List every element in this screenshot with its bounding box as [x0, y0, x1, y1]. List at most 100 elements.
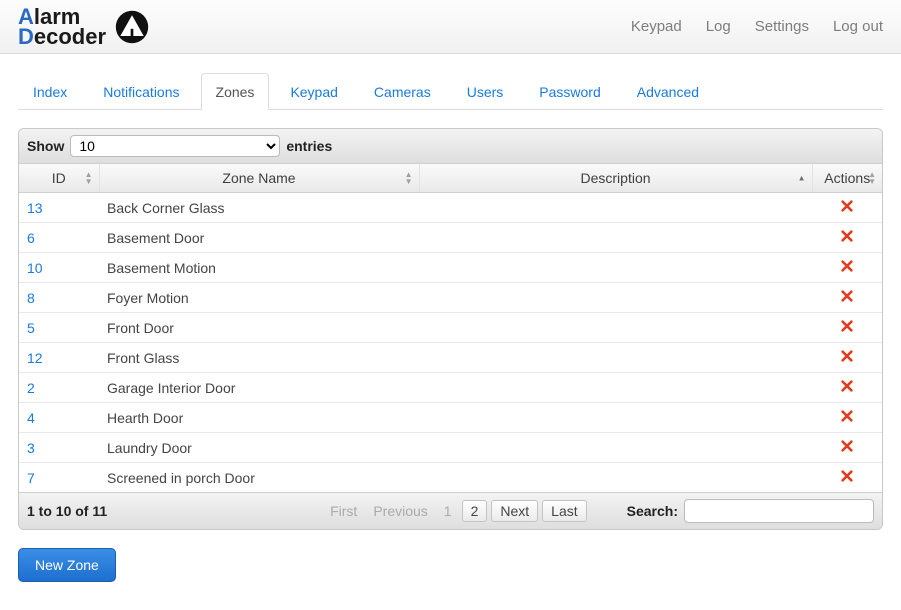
logo-text: Alarm Decoder: [18, 7, 106, 47]
zone-description-cell: [419, 463, 812, 493]
nav-settings[interactable]: Settings: [755, 18, 809, 35]
delete-icon[interactable]: [840, 440, 854, 456]
zone-name-cell: Garage Interior Door: [99, 373, 419, 403]
pager-previous[interactable]: Previous: [367, 501, 433, 521]
show-label: Show: [27, 138, 64, 154]
search-input[interactable]: [684, 499, 874, 523]
zone-id-cell: 7: [19, 463, 99, 493]
zone-name-cell: Foyer Motion: [99, 283, 419, 313]
new-zone-button[interactable]: New Zone: [18, 548, 116, 582]
tab-advanced[interactable]: Advanced: [622, 73, 714, 110]
zone-id-link[interactable]: 13: [27, 200, 43, 216]
delete-icon[interactable]: [840, 380, 854, 396]
zone-id-link[interactable]: 5: [27, 320, 35, 336]
sort-icon: ▲▼: [868, 171, 876, 185]
sort-icon: ▲▼: [405, 171, 413, 185]
tab-password[interactable]: Password: [524, 73, 615, 110]
settings-tabs: Index Notifications Zones Keypad Cameras…: [18, 72, 883, 110]
search-label: Search:: [627, 503, 678, 519]
zone-actions-cell: [812, 253, 882, 283]
column-header-description[interactable]: Description ▲: [419, 164, 812, 193]
zone-description-cell: [419, 223, 812, 253]
delete-icon[interactable]: [840, 320, 854, 336]
pager: First Previous 1 2 Next Last: [324, 500, 587, 522]
zone-id-link[interactable]: 6: [27, 230, 35, 246]
zone-id-link[interactable]: 10: [27, 260, 43, 276]
zone-actions-cell: [812, 313, 882, 343]
logo[interactable]: Alarm Decoder: [18, 7, 150, 47]
zone-actions-cell: [812, 283, 882, 313]
table-row: 7 Screened in porch Door: [19, 463, 882, 493]
pager-page-2[interactable]: 2: [462, 500, 488, 522]
zone-actions-cell: [812, 193, 882, 223]
delete-icon[interactable]: [840, 200, 854, 216]
table-footer: 1 to 10 of 11 First Previous 1 2 Next La…: [19, 492, 882, 529]
zone-actions-cell: [812, 373, 882, 403]
pager-page-1[interactable]: 1: [438, 501, 458, 521]
zone-id-link[interactable]: 2: [27, 380, 35, 396]
tab-notifications[interactable]: Notifications: [88, 73, 194, 110]
zone-description-cell: [419, 433, 812, 463]
nav-logout[interactable]: Log out: [833, 18, 883, 35]
zone-id-cell: 6: [19, 223, 99, 253]
column-header-id[interactable]: ID ▲▼: [19, 164, 99, 193]
zone-description-cell: [419, 253, 812, 283]
tab-index[interactable]: Index: [18, 73, 82, 110]
zone-description-cell: [419, 193, 812, 223]
zone-id-cell: 3: [19, 433, 99, 463]
delete-icon[interactable]: [840, 470, 854, 486]
zone-actions-cell: [812, 343, 882, 373]
column-header-actions[interactable]: Actions ▲▼: [812, 164, 882, 193]
nav-keypad[interactable]: Keypad: [631, 18, 682, 35]
zone-name-cell: Basement Door: [99, 223, 419, 253]
delete-icon[interactable]: [840, 350, 854, 366]
pager-first[interactable]: First: [324, 501, 363, 521]
zone-id-cell: 12: [19, 343, 99, 373]
zone-description-cell: [419, 343, 812, 373]
zone-id-cell: 13: [19, 193, 99, 223]
delete-icon[interactable]: [840, 290, 854, 306]
table-length-control: Show 10 entries: [19, 129, 882, 164]
zone-name-cell: Laundry Door: [99, 433, 419, 463]
zone-id-link[interactable]: 7: [27, 470, 35, 486]
zone-actions-cell: [812, 433, 882, 463]
tab-keypad[interactable]: Keypad: [275, 73, 352, 110]
entries-label: entries: [286, 138, 332, 154]
tab-zones[interactable]: Zones: [201, 73, 270, 110]
page-length-select[interactable]: 10: [70, 135, 280, 157]
zone-description-cell: [419, 373, 812, 403]
delete-icon[interactable]: [840, 260, 854, 276]
main-content: Index Notifications Zones Keypad Cameras…: [0, 54, 901, 606]
tab-users[interactable]: Users: [452, 73, 519, 110]
delete-icon[interactable]: [840, 230, 854, 246]
delete-icon[interactable]: [840, 410, 854, 426]
table-row: 6 Basement Door: [19, 223, 882, 253]
header-nav: Keypad Log Settings Log out: [631, 18, 883, 35]
zone-name-cell: Front Door: [99, 313, 419, 343]
column-header-zone-name[interactable]: Zone Name ▲▼: [99, 164, 419, 193]
zone-id-link[interactable]: 8: [27, 290, 35, 306]
zone-id-link[interactable]: 4: [27, 410, 35, 426]
zone-name-cell: Back Corner Glass: [99, 193, 419, 223]
logo-icon: [114, 9, 150, 45]
zone-description-cell: [419, 403, 812, 433]
zone-name-cell: Screened in porch Door: [99, 463, 419, 493]
zone-name-cell: Basement Motion: [99, 253, 419, 283]
zones-table-wrapper: Show 10 entries ID ▲▼ Zone Name ▲▼: [18, 128, 883, 530]
pager-last[interactable]: Last: [542, 500, 586, 522]
zones-table: ID ▲▼ Zone Name ▲▼ Description ▲ Actions…: [19, 164, 882, 492]
zone-id-cell: 8: [19, 283, 99, 313]
zone-id-link[interactable]: 12: [27, 350, 43, 366]
tab-cameras[interactable]: Cameras: [359, 73, 446, 110]
table-row: 2 Garage Interior Door: [19, 373, 882, 403]
pager-next[interactable]: Next: [491, 500, 538, 522]
app-header: Alarm Decoder Keypad Log Settings Log ou…: [0, 0, 901, 54]
table-row: 5 Front Door: [19, 313, 882, 343]
table-row: 10 Basement Motion: [19, 253, 882, 283]
zone-description-cell: [419, 313, 812, 343]
nav-log[interactable]: Log: [706, 18, 731, 35]
zone-id-link[interactable]: 3: [27, 440, 35, 456]
table-row: 8 Foyer Motion: [19, 283, 882, 313]
table-row: 13 Back Corner Glass: [19, 193, 882, 223]
zone-actions-cell: [812, 403, 882, 433]
